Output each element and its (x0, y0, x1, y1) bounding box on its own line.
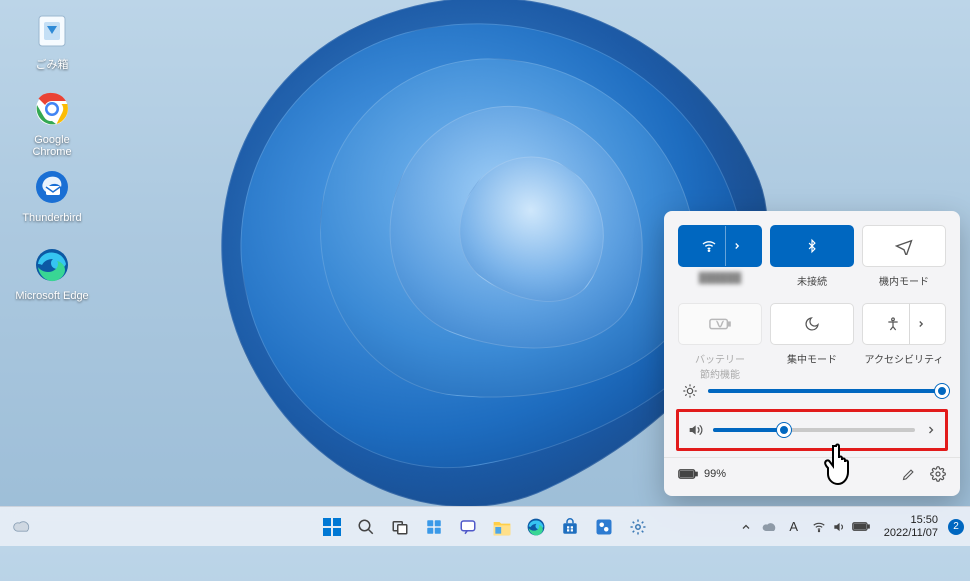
quick-settings-grid: ██████ 未接続 機内モード バ (678, 225, 946, 373)
quick-settings-footer: 99% (664, 457, 960, 490)
tray-overflow-button[interactable] (736, 513, 756, 541)
volume-slider[interactable] (713, 428, 915, 432)
brightness-slider-row (678, 377, 946, 405)
icon-label: Thunderbird (14, 212, 90, 224)
recycle-bin-icon (31, 10, 73, 52)
volume-output-chevron[interactable] (925, 424, 937, 436)
store-button[interactable] (556, 513, 584, 541)
taskbar: A 15:50 2022/11/07 2 (0, 506, 970, 546)
wifi-label: ██████ (699, 273, 742, 295)
task-view-button[interactable] (386, 513, 414, 541)
onedrive-tray-icon[interactable] (760, 513, 780, 541)
notification-badge[interactable]: 2 (948, 519, 964, 535)
settings-button[interactable] (930, 466, 946, 482)
battery-saver-label: バッテリー 節約機能 (695, 351, 745, 373)
desktop-icon-recycle-bin[interactable]: ごみ箱 (14, 10, 90, 72)
bluetooth-icon (805, 237, 819, 255)
start-button[interactable] (318, 513, 346, 541)
focus-label: 集中モード (787, 351, 837, 373)
battery-status[interactable]: 99% (678, 468, 726, 480)
settings-taskbar-button[interactable] (624, 513, 652, 541)
accessibility-icon (885, 316, 901, 332)
tile-accessibility: アクセシビリティ (862, 303, 946, 373)
edge-taskbar-button[interactable] (522, 513, 550, 541)
bluetooth-label: 未接続 (797, 273, 827, 295)
wifi-tray-icon (812, 520, 826, 534)
icon-label: ごみ箱 (14, 56, 90, 72)
clock-time: 15:50 (884, 514, 938, 527)
edit-quick-settings-button[interactable] (901, 467, 916, 482)
focus-button[interactable] (770, 303, 854, 345)
taskbar-clock[interactable]: 15:50 2022/11/07 (878, 514, 944, 540)
quick-settings-panel: ██████ 未接続 機内モード バ (664, 211, 960, 496)
battery-tray-icon (852, 521, 870, 532)
tile-battery-saver: バッテリー 節約機能 (678, 303, 762, 373)
clock-date: 2022/11/07 (884, 527, 938, 540)
speaker-icon[interactable] (687, 422, 703, 438)
wifi-expand-chevron[interactable] (725, 226, 747, 266)
tile-bluetooth: 未接続 (770, 225, 854, 295)
airplane-button[interactable] (862, 225, 946, 267)
search-button[interactable] (352, 513, 380, 541)
battery-saver-icon (709, 317, 731, 331)
battery-saver-button (678, 303, 762, 345)
app-button-1[interactable] (590, 513, 618, 541)
accessibility-label: アクセシビリティ (865, 351, 944, 373)
airplane-label: 機内モード (879, 273, 929, 295)
battery-percent: 99% (704, 468, 726, 480)
thunderbird-icon (31, 166, 73, 208)
tile-airplane: 機内モード (862, 225, 946, 295)
chrome-icon (31, 88, 73, 130)
airplane-icon (895, 237, 913, 255)
icon-label: Google Chrome (14, 134, 90, 158)
desktop-icon-chrome[interactable]: Google Chrome (14, 88, 90, 158)
accessibility-expand-chevron[interactable] (909, 304, 931, 344)
weather-widget[interactable] (8, 513, 36, 541)
icon-label: Microsoft Edge (14, 290, 90, 302)
ime-indicator[interactable]: A (784, 513, 804, 541)
battery-icon (678, 468, 698, 480)
chat-button[interactable] (454, 513, 482, 541)
brightness-slider[interactable] (708, 389, 942, 393)
brightness-icon (682, 383, 698, 399)
tile-wifi: ██████ (678, 225, 762, 295)
volume-highlight (676, 409, 948, 451)
moon-icon (804, 316, 820, 332)
tile-focus: 集中モード (770, 303, 854, 373)
wifi-icon (701, 238, 717, 254)
speaker-tray-icon (832, 520, 846, 534)
volume-slider-row (683, 416, 941, 444)
desktop-icon-edge[interactable]: Microsoft Edge (14, 244, 90, 302)
accessibility-button[interactable] (862, 303, 946, 345)
file-explorer-button[interactable] (488, 513, 516, 541)
system-tray[interactable] (808, 513, 874, 541)
desktop-icon-thunderbird[interactable]: Thunderbird (14, 166, 90, 224)
widgets-button[interactable] (420, 513, 448, 541)
bluetooth-button[interactable] (770, 225, 854, 267)
wifi-button[interactable] (678, 225, 762, 267)
edge-icon (31, 244, 73, 286)
